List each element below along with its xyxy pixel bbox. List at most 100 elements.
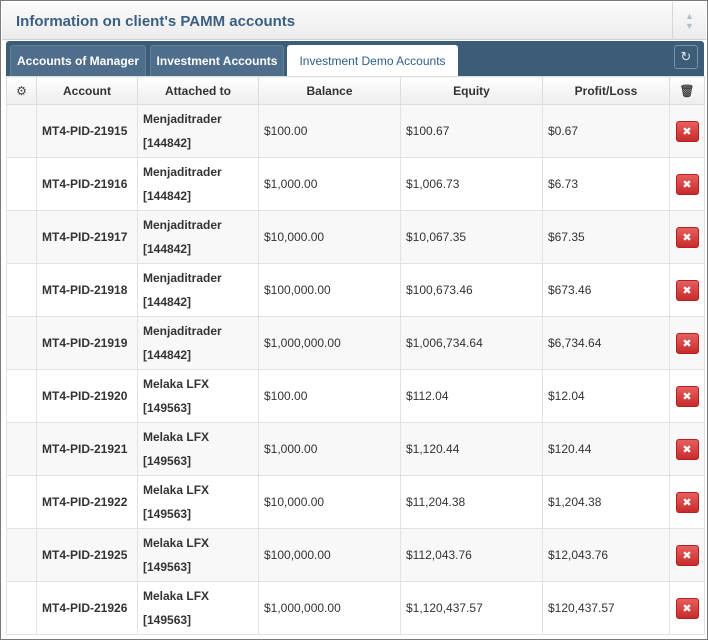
sort-updown-icon[interactable]: ▲ ▼ xyxy=(672,2,706,40)
row-select-cell[interactable] xyxy=(6,263,37,317)
widget-header: Information on client's PAMM accounts ▲ ▼ xyxy=(2,2,706,40)
attached-to-cell[interactable]: Melaka LFX [149563] xyxy=(137,581,259,635)
delete-cell: ✖ xyxy=(669,157,705,211)
attached-to-cell[interactable]: Menjaditrader [144842] xyxy=(137,157,259,211)
delete-cell: ✖ xyxy=(669,369,705,423)
table-header-row: ⚙ Account Attached to Balance Equity Pro… xyxy=(6,76,705,105)
delete-cell: ✖ xyxy=(669,475,705,529)
attached-id[interactable]: [144842] xyxy=(143,290,253,314)
attached-to-cell[interactable]: Menjaditrader [144842] xyxy=(137,210,259,264)
tab-investment-accounts[interactable]: Investment Accounts xyxy=(150,45,284,76)
table-row: MT4-PID-21925 Melaka LFX [149563] $100,00… xyxy=(6,528,705,582)
attached-id[interactable]: [149563] xyxy=(143,502,253,526)
account-link[interactable]: MT4-PID-21921 xyxy=(36,422,138,476)
attached-name[interactable]: Menjaditrader xyxy=(143,107,253,131)
delete-button[interactable]: ✖ xyxy=(675,226,699,248)
row-select-cell[interactable] xyxy=(6,475,37,529)
attached-id[interactable]: [144842] xyxy=(143,184,253,208)
delete-button[interactable]: ✖ xyxy=(675,597,699,619)
equity-cell: $1,006,734.64 xyxy=(400,316,543,370)
gear-icon[interactable]: ⚙ xyxy=(16,84,27,98)
refresh-icon[interactable]: ↻ xyxy=(674,45,698,69)
account-link[interactable]: MT4-PID-21917 xyxy=(36,210,138,264)
attached-name[interactable]: Melaka LFX xyxy=(143,531,253,555)
table-row: MT4-PID-21920 Melaka LFX [149563] $100.00… xyxy=(6,369,705,423)
equity-cell: $112.04 xyxy=(400,369,543,423)
attached-name[interactable]: Menjaditrader xyxy=(143,266,253,290)
row-select-cell[interactable] xyxy=(6,581,37,635)
table-row: MT4-PID-21919 Menjaditrader [144842] $1,0… xyxy=(6,316,705,370)
delete-button[interactable]: ✖ xyxy=(675,332,699,354)
delete-button[interactable]: ✖ xyxy=(675,491,699,513)
profit-loss-cell: $120.44 xyxy=(542,422,670,476)
tab-investment-demo-accounts[interactable]: Investment Demo Accounts xyxy=(287,45,458,76)
row-select-cell[interactable] xyxy=(6,528,37,582)
row-select-cell[interactable] xyxy=(6,316,37,370)
delete-button[interactable]: ✖ xyxy=(675,544,699,566)
profit-loss-cell: $673.46 xyxy=(542,263,670,317)
widget-title: Information on client's PAMM accounts xyxy=(16,13,296,30)
delete-button[interactable]: ✖ xyxy=(675,385,699,407)
delete-button[interactable]: ✖ xyxy=(675,279,699,301)
close-icon: ✖ xyxy=(682,443,692,456)
column-header-account[interactable]: Account xyxy=(36,76,138,105)
attached-name[interactable]: Melaka LFX xyxy=(143,478,253,502)
profit-loss-cell: $12.04 xyxy=(542,369,670,423)
attached-id[interactable]: [144842] xyxy=(143,131,253,155)
trash-icon: 🗑 xyxy=(679,83,695,98)
close-icon: ✖ xyxy=(682,602,692,615)
settings-column-header[interactable]: ⚙ xyxy=(6,76,37,105)
attached-name[interactable]: Menjaditrader xyxy=(143,160,253,184)
close-icon: ✖ xyxy=(682,496,692,509)
attached-id[interactable]: [149563] xyxy=(143,449,253,473)
delete-button[interactable]: ✖ xyxy=(675,173,699,195)
account-link[interactable]: MT4-PID-21916 xyxy=(36,157,138,211)
attached-id[interactable]: [149563] xyxy=(143,608,253,632)
equity-cell: $1,120.44 xyxy=(400,422,543,476)
row-select-cell[interactable] xyxy=(6,369,37,423)
account-link[interactable]: MT4-PID-21926 xyxy=(36,581,138,635)
attached-name[interactable]: Melaka LFX xyxy=(143,584,253,608)
attached-id[interactable]: [144842] xyxy=(143,343,253,367)
attached-to-cell[interactable]: Menjaditrader [144842] xyxy=(137,104,259,158)
balance-cell: $10,000.00 xyxy=(258,210,401,264)
column-header-profit-loss[interactable]: Profit/Loss xyxy=(542,76,670,105)
attached-to-cell[interactable]: Melaka LFX [149563] xyxy=(137,528,259,582)
table-row: MT4-PID-21922 Melaka LFX [149563] $10,000… xyxy=(6,475,705,529)
delete-button[interactable]: ✖ xyxy=(675,120,699,142)
account-link[interactable]: MT4-PID-21919 xyxy=(36,316,138,370)
delete-button[interactable]: ✖ xyxy=(675,438,699,460)
attached-to-cell[interactable]: Melaka LFX [149563] xyxy=(137,475,259,529)
row-select-cell[interactable] xyxy=(6,157,37,211)
profit-loss-cell: $1,204.38 xyxy=(542,475,670,529)
profit-loss-cell: $6,734.64 xyxy=(542,316,670,370)
row-select-cell[interactable] xyxy=(6,104,37,158)
attached-to-cell[interactable]: Melaka LFX [149563] xyxy=(137,369,259,423)
account-link[interactable]: MT4-PID-21920 xyxy=(36,369,138,423)
attached-name[interactable]: Melaka LFX xyxy=(143,372,253,396)
attached-to-cell[interactable]: Melaka LFX [149563] xyxy=(137,422,259,476)
column-header-equity[interactable]: Equity xyxy=(400,76,543,105)
account-link[interactable]: MT4-PID-21925 xyxy=(36,528,138,582)
account-link[interactable]: MT4-PID-21922 xyxy=(36,475,138,529)
attached-name[interactable]: Melaka LFX xyxy=(143,425,253,449)
attached-to-cell[interactable]: Menjaditrader [144842] xyxy=(137,263,259,317)
attached-id[interactable]: [144842] xyxy=(143,237,253,261)
equity-cell: $1,120,437.57 xyxy=(400,581,543,635)
attached-id[interactable]: [149563] xyxy=(143,555,253,579)
profit-loss-cell: $67.35 xyxy=(542,210,670,264)
attached-name[interactable]: Menjaditrader xyxy=(143,319,253,343)
row-select-cell[interactable] xyxy=(6,422,37,476)
account-link[interactable]: MT4-PID-21918 xyxy=(36,263,138,317)
delete-cell: ✖ xyxy=(669,581,705,635)
row-select-cell[interactable] xyxy=(6,210,37,264)
account-link[interactable]: MT4-PID-21915 xyxy=(36,104,138,158)
tab-bar: Accounts of Manager Investment Accounts … xyxy=(6,41,704,76)
attached-id[interactable]: [149563] xyxy=(143,396,253,420)
attached-name[interactable]: Menjaditrader xyxy=(143,213,253,237)
tab-accounts-of-manager[interactable]: Accounts of Manager xyxy=(10,45,146,76)
column-header-attached-to[interactable]: Attached to xyxy=(137,76,259,105)
attached-to-cell[interactable]: Menjaditrader [144842] xyxy=(137,316,259,370)
column-header-balance[interactable]: Balance xyxy=(258,76,401,105)
balance-cell: $100.00 xyxy=(258,104,401,158)
